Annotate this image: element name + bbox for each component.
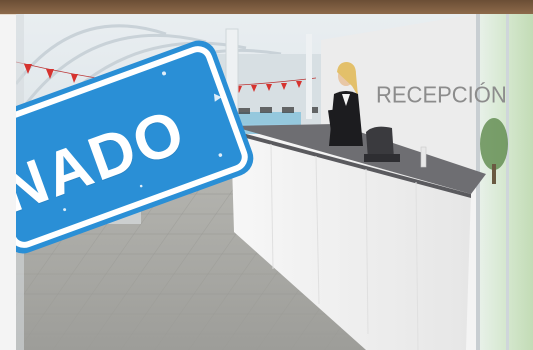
reception-sign: RECEPCIÓN xyxy=(376,81,507,108)
glass-facade xyxy=(476,14,533,350)
reception-render: RECEPCIÓN NADO xyxy=(16,14,533,350)
top-frame-strip xyxy=(0,0,533,15)
